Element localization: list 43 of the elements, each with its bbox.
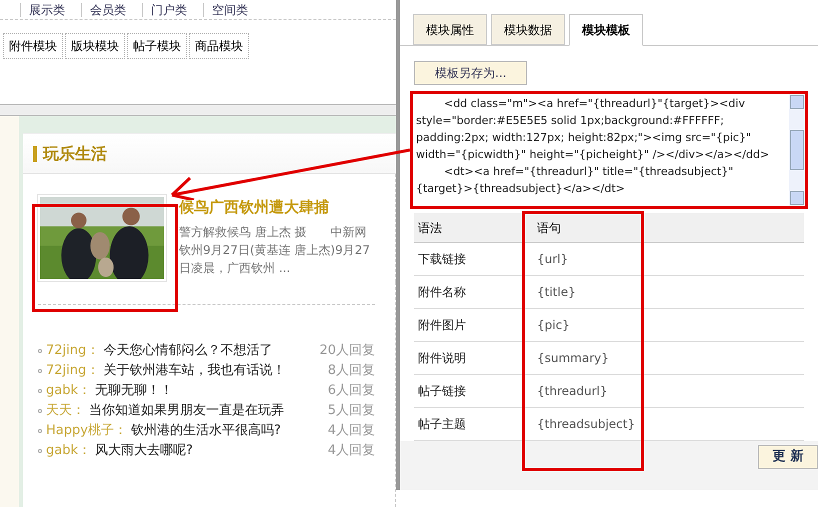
reply-count: 4人回复 bbox=[328, 422, 375, 440]
table-cell-text: 下载链接 bbox=[417, 251, 467, 268]
column-header: 语句 bbox=[536, 220, 561, 236]
table-cell-text: 帖子链接 bbox=[417, 383, 467, 400]
table-cell-text: {threadsubject} bbox=[536, 416, 636, 433]
thread-subject[interactable]: 关于钦州港车站，我也有话说！ bbox=[103, 361, 324, 381]
table-cell-text: {title} bbox=[536, 284, 576, 301]
save-as-button[interactable]: 模板另存为... bbox=[414, 61, 528, 85]
update-button[interactable]: 更 新 bbox=[758, 445, 818, 469]
reply-count: 20人回复 bbox=[319, 342, 375, 360]
module-button[interactable]: 商品模块 bbox=[189, 33, 249, 59]
nav-link[interactable]: 门户类 bbox=[142, 2, 195, 16]
table-cell-text: 附件名称 bbox=[417, 284, 467, 301]
table-cell-text: {summary} bbox=[536, 350, 609, 367]
module-button[interactable]: 帖子模块 bbox=[127, 33, 187, 59]
module-button[interactable]: 附件模块 bbox=[3, 33, 63, 59]
table-cell-text: 附件说明 bbox=[417, 350, 467, 367]
thread-subject[interactable]: 风大雨大去哪呢? bbox=[95, 441, 324, 461]
section-title: 玩乐生活 bbox=[43, 142, 107, 164]
nav-link[interactable]: 空间类 bbox=[203, 2, 256, 16]
thread-subject[interactable]: 钦州港的生活水平很高吗? bbox=[130, 421, 324, 441]
tab[interactable]: 模块数据 bbox=[491, 14, 565, 45]
tab[interactable]: 模块模板 bbox=[569, 14, 643, 46]
column-header: 语法 bbox=[417, 220, 443, 236]
tab[interactable]: 模块属性 bbox=[413, 14, 487, 45]
feature-summary: 警方解救候鸟 唐上杰 摄 中新网钦州9月27日(黄基连 唐上杰)9月27日凌晨，广西钦州 ... bbox=[179, 224, 371, 276]
reply-count: 6人回复 bbox=[328, 382, 375, 400]
code-line: <dd class="m"><a href="{threadurl}"{target}><div style="border:#E5E5E5 solid 1px;background:#FFFFFF; padding:2px; width:127px; height:82px;"><img src="{pic}" width="{picwidth}" height="{picheight}" /></div></a></dd> bbox=[416, 96, 770, 163]
table-cell-text: {pic} bbox=[536, 317, 570, 334]
code-line: <dt><a href="{threadurl}" title="{threadsubject}"{target}>{threadsubject}</a></dt> bbox=[416, 164, 734, 197]
table-cell-text: {threadurl} bbox=[536, 383, 608, 400]
reply-count: 8人回复 bbox=[328, 362, 375, 380]
module-button[interactable]: 版块模块 bbox=[65, 33, 125, 59]
table-cell-text: {url} bbox=[536, 251, 568, 268]
table-cell-text: 附件图片 bbox=[417, 317, 467, 334]
reply-count: 4人回复 bbox=[328, 442, 375, 460]
thread-subject[interactable]: 当你知道如果男朋友一直是在玩弄 bbox=[89, 401, 324, 421]
reply-count: 5人回复 bbox=[328, 402, 375, 420]
nav-link[interactable]: 会员类 bbox=[81, 2, 134, 16]
thread-subject[interactable]: 无聊无聊！！ bbox=[95, 381, 324, 401]
thread-subject[interactable]: 今天您心情郁闷么？不想活了 bbox=[103, 341, 316, 361]
nav-link[interactable]: 展示类 bbox=[20, 2, 73, 16]
table-cell-text: 帖子主题 bbox=[417, 416, 467, 433]
